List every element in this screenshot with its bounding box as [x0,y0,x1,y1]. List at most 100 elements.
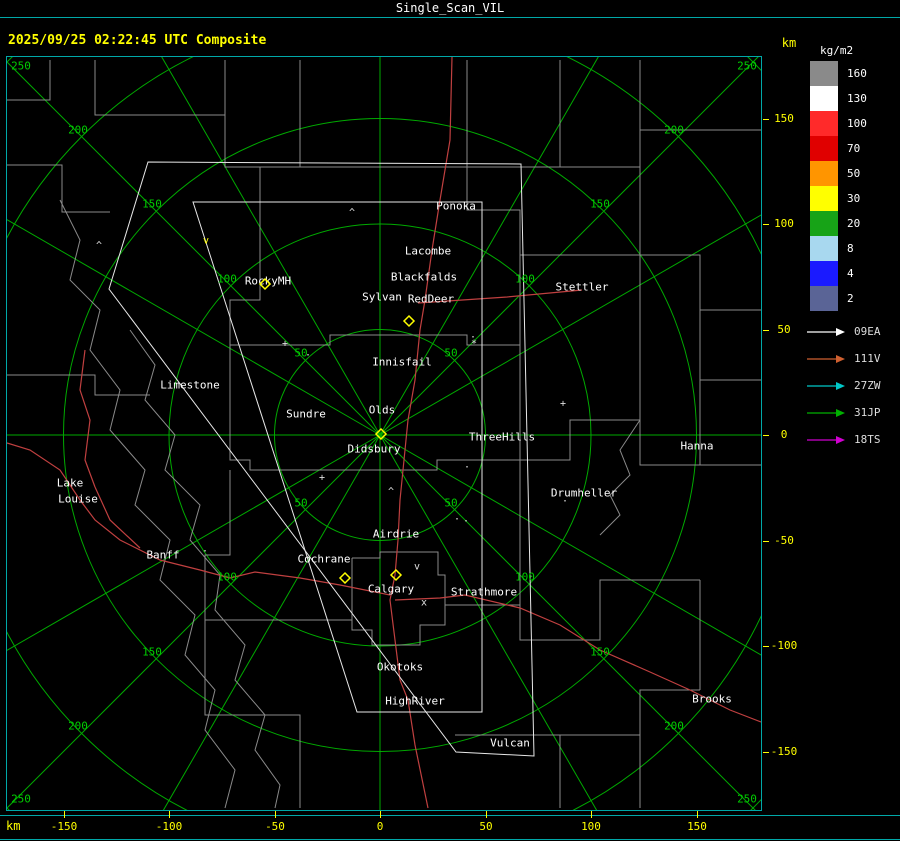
scan-timestamp: 2025/09/25 02:22:45 UTC Composite [8,33,267,48]
range-label-200: 200 [664,124,684,137]
city-label-sundre: Sundre [286,408,326,421]
right-axis-tick-label: 50 [777,323,791,336]
bottom-axis-unit-label: km [6,819,21,833]
city-label-didsbury: Didsbury [348,443,401,456]
site-id-label-31JP: 31JP [854,406,881,419]
site-arrow-icon-18TS [807,435,845,444]
city-label-highriver: HighRiver [385,695,445,708]
axis-divider-line [0,815,900,816]
bottom-axis-tick-label: 150 [687,820,707,833]
arrow-head [836,435,845,444]
city-label-calgary: Calgary [368,583,415,596]
bottom-axis-tick-label: 0 [376,820,384,833]
arrow-head [836,354,845,363]
radar-map-canvas[interactable]: 50 100 150 200 250 50 100 150 200 250 50 100 150 200 2… [7,57,761,810]
colorbar-value-label: 130 [847,92,867,105]
legend-row-31JP: 31JP [806,399,881,426]
obs-marker-12: . [454,512,460,523]
obs-marker-2: ^ [96,241,102,252]
colorbar-levels: 160 130 100 70 50 30 20 8 4 2 [810,61,898,311]
obs-marker-11: . [464,460,470,471]
arrow-head [836,408,845,417]
range-label-200: 200 [68,720,88,733]
right-axis-tick-label: -100 [770,639,798,652]
range-label-100: 100 [217,273,237,286]
colorbar-value-label: 70 [847,142,861,155]
colorbar-row: 50 [810,161,898,186]
colorbar-row: 4 [810,261,898,286]
right-axis-tick-label: -150 [770,745,798,758]
colorbar-row: 8 [810,236,898,261]
colorbar-row: 160 [810,61,898,86]
range-label-200: 200 [664,720,684,733]
obs-marker-17: . [562,494,568,505]
bottom-axis-tick-label: -50 [265,820,285,833]
city-label-ponoka: Ponoka [436,200,476,213]
site-arrow-icon-09EA [807,327,845,336]
range-label-150: 150 [590,646,610,659]
azimuth-spoke-210 [162,434,381,810]
radar-app-window: Single_Scan_VIL 2025/09/25 02:22:45 UTC … [0,0,900,841]
site-arrow-icon-27ZW [807,381,845,390]
legend-row-09EA: 09EA [806,318,881,345]
scan-sector-outlines [108,161,535,757]
bottom-axis-tick-label: -100 [155,820,183,833]
colorbar-value-label: 2 [847,292,854,305]
obs-marker-5: . [305,348,311,359]
range-label-200: 200 [68,124,88,137]
radar-site-diamond-2 [402,314,416,328]
colorbar-swatch-160 [810,61,838,86]
range-ring-200km [7,57,761,810]
right-axis-tick [763,435,769,436]
colorbar-row: 100 [810,111,898,136]
county-boundaries [7,60,761,809]
bottom-border-line [0,839,900,840]
colorbar-value-label: 8 [847,242,854,255]
site-id-label-111V: 111V [854,352,881,365]
range-label-50: 50 [294,497,307,510]
right-axis-tick-label: 150 [774,112,794,125]
colorbar-value-label: 160 [847,67,867,80]
obs-marker-13: . [463,514,469,525]
arrow-head [836,327,845,336]
right-axis-tick-label: -50 [774,534,794,547]
range-label-150: 150 [142,646,162,659]
range-label-150: 150 [590,198,610,211]
city-label-innisfail: Innisfail [372,356,432,369]
range-label-100: 100 [217,571,237,584]
obs-marker-9: + [319,473,325,484]
obs-marker-10: ^ [388,487,394,498]
colorbar-value-label: 50 [847,167,861,180]
colorbar-value-label: 30 [847,192,861,205]
radar-site-diamond-5 [389,568,403,582]
range-label-50: 50 [444,347,457,360]
range-ring-250km [7,57,761,810]
right-axis-tick [763,224,769,225]
azimuth-spoke-330 [161,57,381,436]
colorbar-panel: kg/m2 160 130 100 70 50 30 20 8 4 2 [810,44,898,311]
range-label-100: 100 [515,571,535,584]
colorbar-row: 30 [810,186,898,211]
city-label-cochrane: Cochrane [298,553,351,566]
obs-marker-15: x [421,598,427,609]
city-labels: Ponoka Lacombe Blackfalds Sylvan RedDeer Stet… [57,200,732,750]
right-axis-tick [763,119,769,120]
right-axis-tick-label: 100 [774,217,794,230]
city-label-threehills: ThreeHills [469,431,535,444]
obs-marker-1: ^ [349,208,355,219]
range-label-250: 250 [737,60,757,73]
radar-site-diamond-4 [338,571,352,585]
range-label-150: 150 [142,198,162,211]
site-id-label-18TS: 18TS [854,433,881,446]
city-label-blackfalds: Blackfalds [391,271,457,284]
radar-display-frame: 50 100 150 200 250 50 100 150 200 250 50 100 150 200 2… [6,56,762,811]
city-label-vulcan: Vulcan [490,737,530,750]
range-label-50: 50 [444,497,457,510]
legend-row-18TS: 18TS [806,426,881,453]
range-label-250: 250 [11,793,31,806]
colorbar-swatch-8 [810,236,838,261]
city-label-lake: Lake [57,477,84,490]
colorbar-swatch-100 [810,111,838,136]
city-label-stettler: Stettler [556,281,609,294]
colorbar-title: kg/m2 [820,44,854,57]
